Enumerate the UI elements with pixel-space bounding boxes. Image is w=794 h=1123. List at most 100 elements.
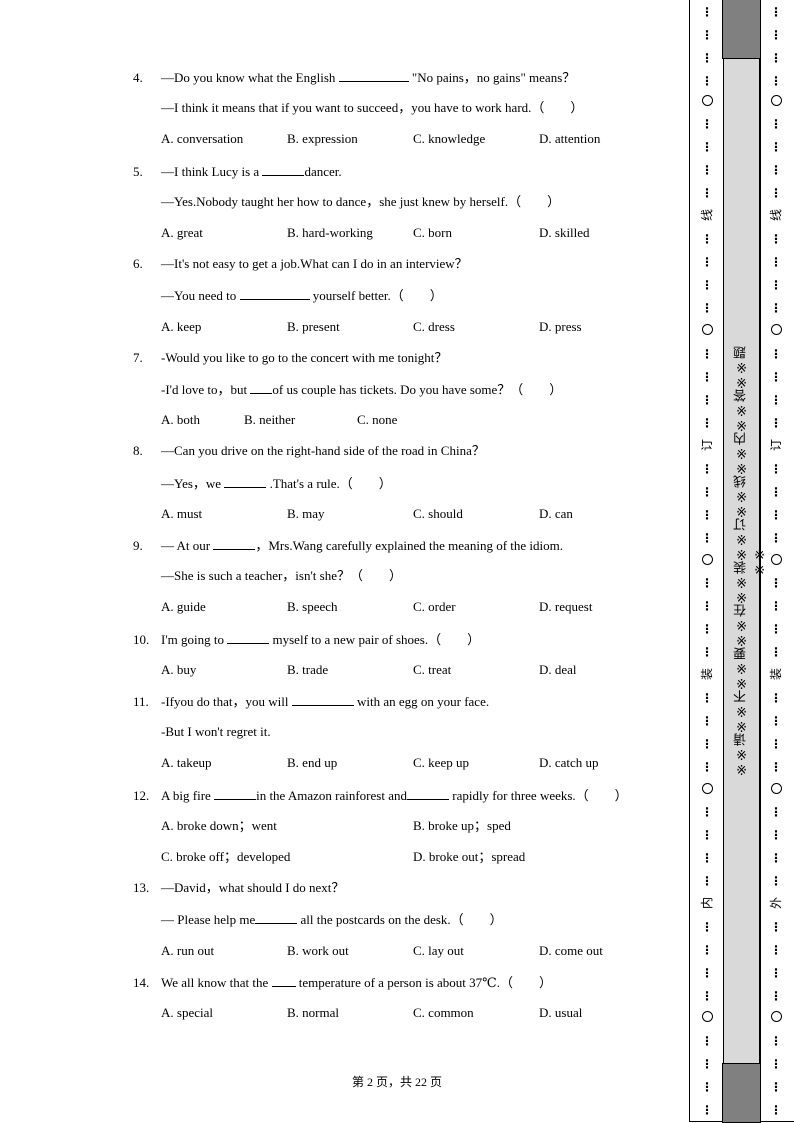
answer-blank [262,163,305,176]
dotted-line-mark: ⋮ [770,255,782,269]
dotted-line-mark: ⋮ [701,255,713,269]
question-13-line-2: — Please help me all the postcards on th… [161,911,503,928]
option-d: D. can [539,506,573,521]
dotted-line-mark: ⋮ [770,691,782,705]
option-a: A. special [161,1005,213,1020]
option-d: D. broke out；spread [413,849,526,864]
option-a: A. conversation [161,131,244,146]
dotted-line-mark: ⋮ [770,622,782,636]
option-b: B. work out [287,943,349,958]
dotted-line-mark: ⋮ [701,28,713,42]
option-b: B. hard-working [287,225,373,240]
question-10: 10. I'm going to myself to a new pair of … [133,631,480,648]
circle-mark [701,324,713,335]
option-c: C. keep up [413,755,469,770]
question-number: 6. [133,256,143,271]
question-4: 4. —Do you know what the English "No pain… [133,69,575,86]
circle-mark [701,95,713,106]
dotted-line-mark: ⋮ [701,737,713,751]
question-text: temperature of a person is about 37℃.（ ） [298,975,552,990]
dotted-line-mark: ⋮ [701,347,713,361]
binding-hole-mark [697,554,717,565]
dotted-line-mark: ⋮ [701,1080,713,1094]
dotted-line-mark: ⋮ [770,576,782,590]
dotted-line-mark: ⋮ [701,1057,713,1071]
dotted-line-mark: ⋮ [701,943,713,957]
dotted-line-mark: ⋮ [701,51,713,65]
dotted-line-mark: ⋮ [701,714,713,728]
dotted-line-mark: ⋮ [770,920,782,934]
dotted-line-mark: ⋮ [701,140,713,154]
option-c: C. none [357,412,398,427]
option-a: A. guide [161,599,206,614]
dotted-line-mark: ⋮ [701,5,713,19]
dotted-line-mark: ⋮ [770,1103,782,1117]
option-a: A. keep [161,319,202,334]
binding-hole-mark [697,324,717,335]
question-text: rapidly for three weeks.（ ） [452,788,628,803]
dotted-line-mark: ⋮ [770,966,782,980]
question-11-line-2: -But I won't regret it. [161,724,271,739]
dotted-line-mark: ⋮ [701,645,713,659]
answer-blank [224,475,267,488]
option-a: A. both [161,412,200,427]
answer-blank [250,381,273,394]
option-d: D. come out [539,943,603,958]
binding-hole-mark [697,783,717,794]
question-text: .That's a rule.（ ） [269,476,392,491]
option-b: B. trade [287,662,329,677]
option-d: D. attention [539,131,601,146]
question-text: —Do you know what the English [161,70,336,85]
question-number: 7. [133,350,143,365]
binding-hole-mark [766,783,786,794]
question-text: yourself better.（ ） [312,288,443,303]
dotted-line-mark: ⋮ [770,163,782,177]
dotted-line-mark: ⋮ [770,485,782,499]
binding-hole-mark [766,324,786,335]
question-8-line-2: —Yes，we .That's a rule.（ ） [161,475,392,492]
question-text: — At our [161,538,211,553]
option-b: B. end up [287,755,338,770]
dotted-line-mark: ⋮ [770,301,782,315]
option-c: C. dress [413,319,455,334]
option-a: A. great [161,225,203,240]
question-text: I'm going to [161,632,225,647]
dotted-line-mark: ⋮ [770,737,782,751]
dotted-line-mark: ⋮ [770,51,782,65]
dotted-line-mark: ⋮ [770,760,782,774]
dotted-line-mark: ⋮ [701,828,713,842]
binding-label-mark: 装 [697,668,717,680]
dotted-line-mark: ⋮ [701,508,713,522]
option-a: A. broke down；went [161,818,277,833]
question-7-line-2: -I'd love to，but of us couple has ticket… [161,381,562,398]
option-d: D. catch up [539,755,599,770]
question-9-line-2: —She is such a teacher，isn't she？（ ） [161,568,402,583]
question-6: 6. —It's not easy to get a job.What can I… [133,256,468,272]
dotted-line-mark: ⋮ [701,393,713,407]
dotted-line-mark: ⋮ [770,874,782,888]
binding-label: 订 [768,438,783,452]
dotted-line-mark: ⋮ [770,186,782,200]
dotted-line-mark: ⋮ [701,966,713,980]
binding-label: 线 [699,208,714,222]
question-number: 8. [133,443,143,458]
option-a: A. must [161,506,203,521]
binding-label-mark: 订 [697,439,717,451]
circle-mark [770,95,782,106]
question-12: 12. A big fire in the Amazon rainforest a… [133,787,628,804]
question-7: 7. -Would you like to go to the concert w… [133,350,447,366]
option-c: C. order [413,599,456,614]
circle-mark [701,554,713,565]
answer-blank [255,911,298,924]
dotted-line-mark: ⋮ [770,74,782,88]
answer-blank [338,69,409,82]
binding-block-top [722,0,761,59]
dotted-line-mark: ⋮ [701,1034,713,1048]
dotted-line-mark: ⋮ [770,416,782,430]
dotted-line-mark: ⋮ [701,301,713,315]
dotted-line-mark: ⋮ [701,576,713,590]
question-text: ，Mrs.Wang carefully explained the meanin… [255,538,563,553]
dotted-line-mark: ⋮ [701,186,713,200]
question-number: 13. [133,880,150,895]
dotted-line-mark: ⋮ [770,347,782,361]
